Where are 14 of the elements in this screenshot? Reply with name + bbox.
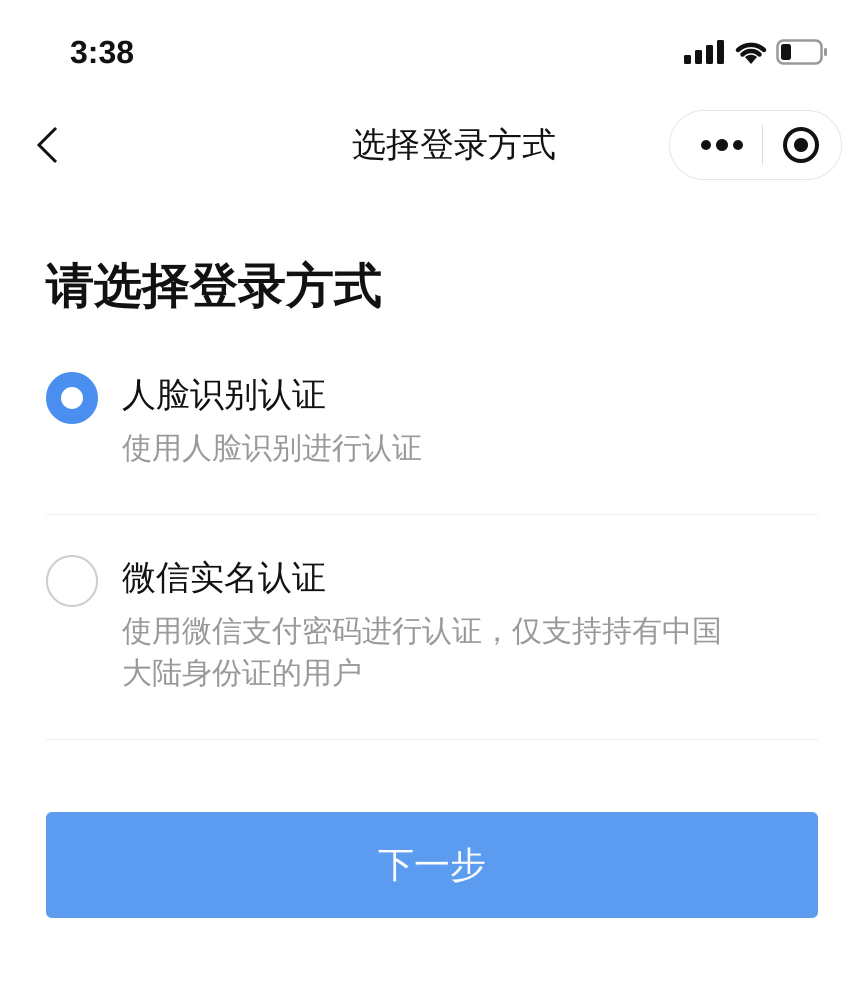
- nav-title: 选择登录方式: [352, 124, 556, 167]
- more-icon[interactable]: [700, 139, 744, 151]
- signal-icon: [684, 40, 726, 64]
- option-description: 使用微信支付密码进行认证，仅支持持有中国大陆身份证的用户: [122, 613, 723, 693]
- option-title: 微信实名认证: [122, 557, 327, 600]
- status-time: 3:38: [70, 34, 134, 70]
- back-icon[interactable]: [36, 126, 58, 164]
- page-heading: 请选择登录方式: [46, 257, 383, 316]
- next-button[interactable]: 下一步: [46, 812, 818, 918]
- radio-button[interactable]: [46, 372, 98, 424]
- option-title: 人脸识别认证: [122, 374, 327, 417]
- option-description: 使用人脸识别进行认证: [122, 430, 423, 468]
- radio-button[interactable]: [46, 555, 98, 607]
- battery-icon: [776, 39, 828, 65]
